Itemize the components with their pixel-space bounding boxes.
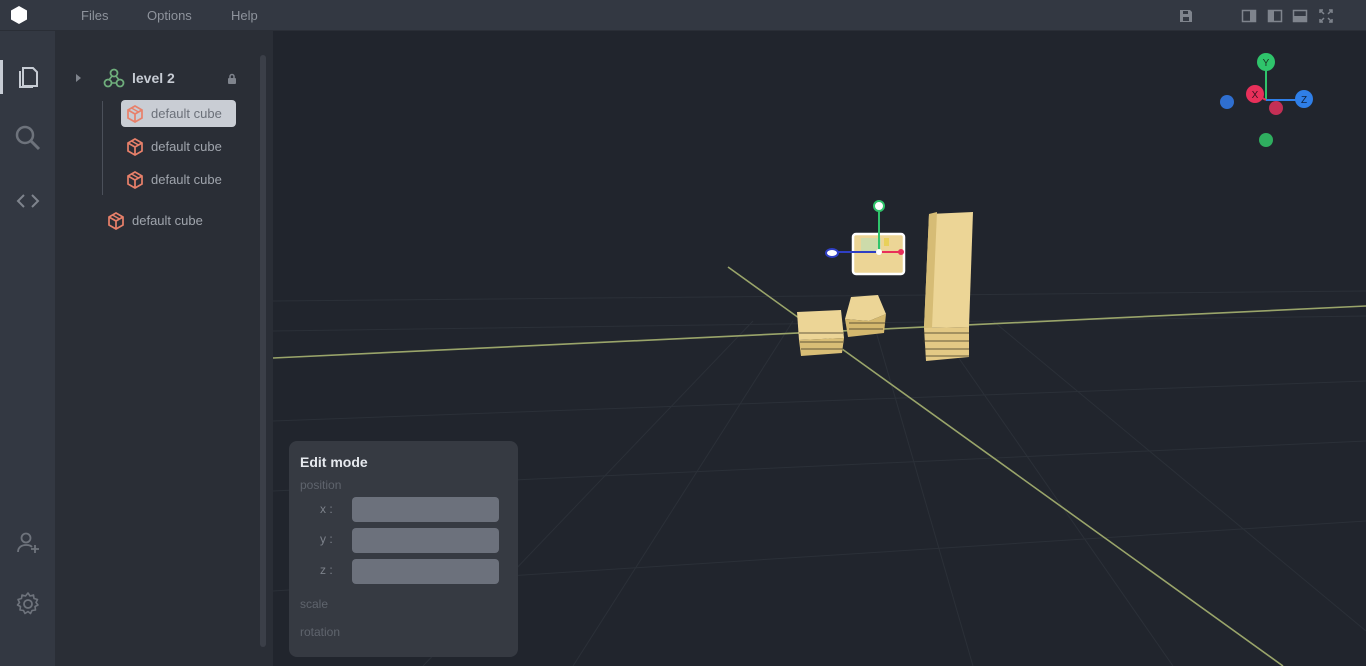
search-button[interactable]	[0, 118, 55, 158]
group-node-icon	[103, 68, 125, 87]
settings-icon	[16, 592, 39, 615]
menu-help[interactable]: Help	[231, 8, 258, 23]
tree-indent-guide	[102, 101, 103, 195]
position-label: position	[300, 478, 342, 492]
cube-icon	[127, 104, 143, 123]
code-button[interactable]	[0, 181, 55, 221]
cube-small-left[interactable]	[797, 310, 844, 356]
position-z-input[interactable]	[352, 559, 499, 584]
files-icon	[18, 67, 38, 88]
search-icon	[15, 125, 40, 151]
fullscreen-icon[interactable]	[1318, 8, 1334, 24]
edit-panel-title: Edit mode	[300, 454, 368, 470]
panel-bottom-icon[interactable]	[1292, 8, 1308, 24]
position-y-label: y :	[320, 532, 333, 546]
tree-item-label: default cube	[151, 106, 222, 121]
activity-bar	[0, 31, 55, 666]
position-x-input[interactable]	[352, 497, 499, 522]
position-z-label: z :	[320, 563, 333, 577]
orientation-gizmo[interactable]: Y X Z	[1220, 53, 1313, 147]
lock-icon[interactable]	[227, 73, 237, 84]
panel-left-icon[interactable]	[1267, 8, 1283, 24]
gizmo-x-label: X	[1252, 90, 1259, 101]
add-user-icon	[16, 532, 39, 553]
position-x-label: x :	[320, 502, 333, 516]
scale-label[interactable]: scale	[300, 597, 328, 611]
tree-item-label: default cube	[151, 172, 222, 187]
save-icon[interactable]	[1178, 8, 1194, 24]
settings-button[interactable]	[0, 584, 55, 624]
app-logo-icon[interactable]	[8, 4, 30, 26]
add-user-button[interactable]	[0, 523, 55, 563]
cube-tall-pillar[interactable]	[923, 212, 973, 361]
panel-right-icon[interactable]	[1241, 8, 1257, 24]
group-label: level 2	[132, 69, 175, 86]
scene-tree-panel: level 2 default cube default cube defaul…	[55, 31, 273, 666]
tree-item-cube-3[interactable]: default cube	[121, 166, 236, 193]
edit-mode-panel: Edit mode position x : y : z : scale rot…	[289, 441, 518, 657]
tree-item-label: default cube	[151, 139, 222, 154]
tree-item-cube-1[interactable]: default cube	[121, 100, 236, 127]
cube-icon	[127, 137, 143, 156]
menu-files[interactable]: Files	[81, 8, 108, 23]
code-icon	[16, 194, 39, 208]
cube-icon	[108, 211, 124, 230]
gizmo-y-label: Y	[1263, 58, 1270, 69]
tree-item-cube-root[interactable]: default cube	[102, 207, 232, 234]
explorer-button[interactable]	[0, 57, 55, 97]
cube-icon	[127, 170, 143, 189]
tree-item-label: default cube	[132, 213, 203, 228]
tree-group-level-2[interactable]: level 2	[73, 64, 243, 91]
caret-right-icon[interactable]	[73, 73, 83, 83]
editor-app: Files Options Help level 2 default cube …	[0, 0, 1366, 666]
gizmo-z-label: Z	[1301, 95, 1307, 106]
menu-bar: Files Options Help	[0, 0, 1366, 31]
tree-scrollbar[interactable]	[260, 55, 266, 647]
rotation-label[interactable]: rotation	[300, 625, 340, 639]
position-y-input[interactable]	[352, 528, 499, 553]
tree-item-cube-2[interactable]: default cube	[121, 133, 236, 160]
cube-small-tilted[interactable]	[845, 295, 886, 337]
menu-options[interactable]: Options	[147, 8, 192, 23]
